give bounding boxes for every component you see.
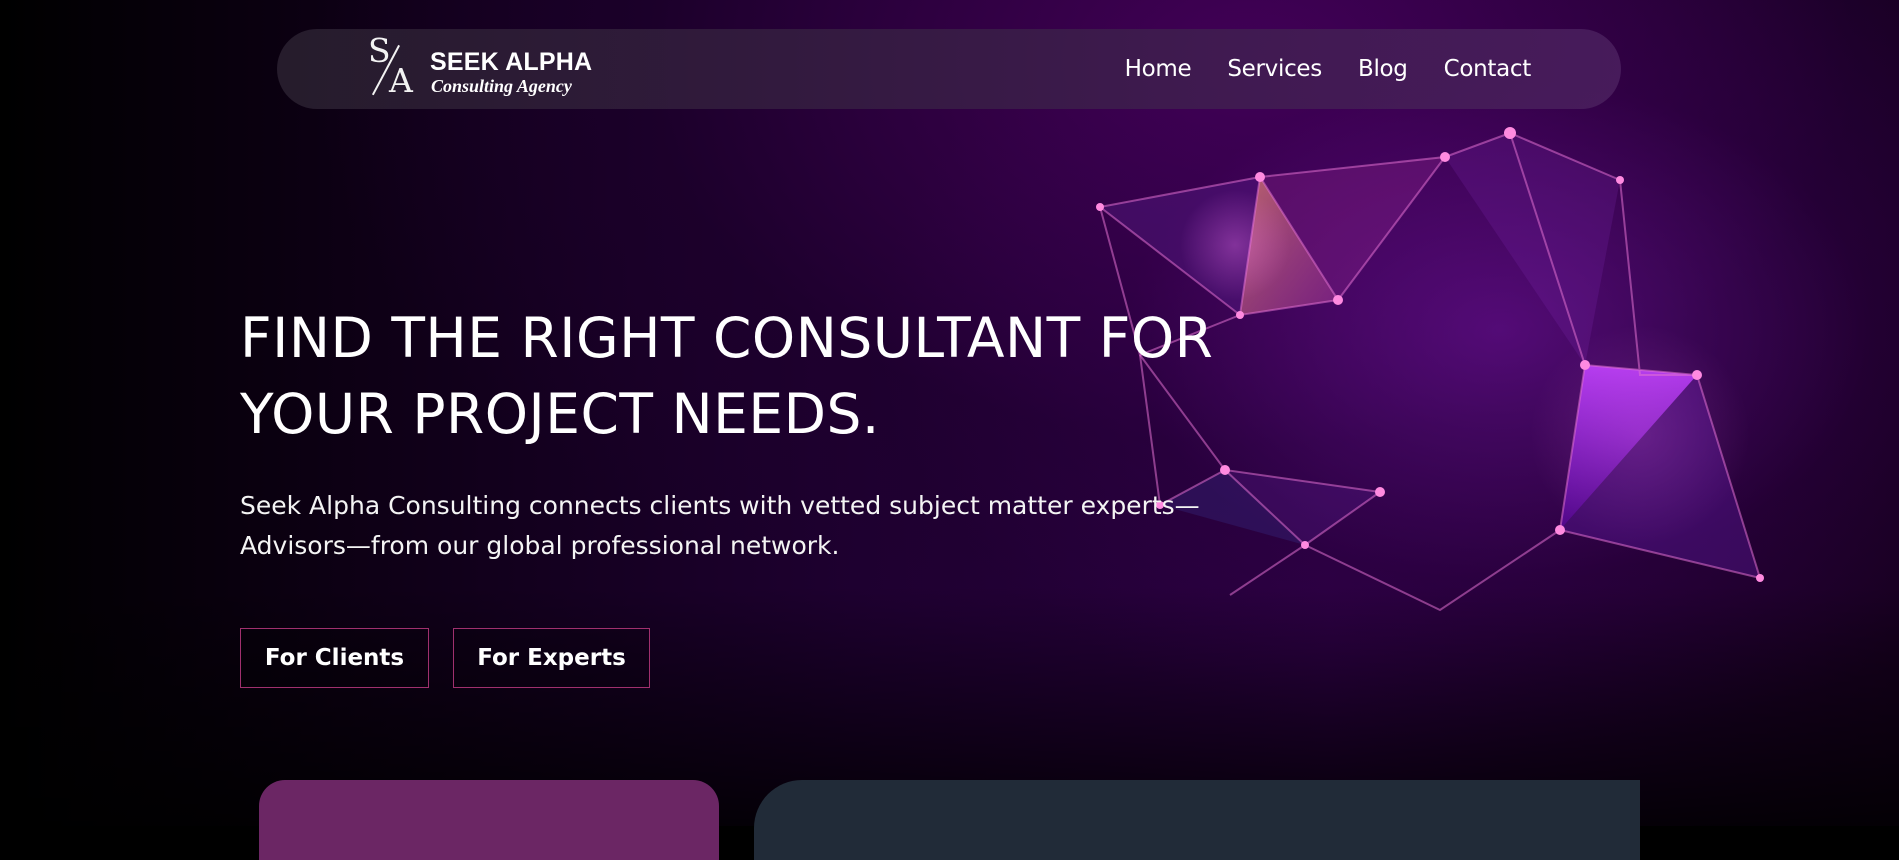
hero-heading-line1: FIND THE RIGHT CONSULTANT FOR [240, 306, 1214, 370]
nav-links: Home Services Blog Contact [1125, 29, 1532, 109]
hero-subtext: Seek Alpha Consulting connects clients w… [240, 486, 1220, 566]
nav-link-home[interactable]: Home [1125, 56, 1192, 82]
for-experts-button[interactable]: For Experts [453, 628, 650, 688]
sa-monogram-logo: S A [367, 34, 425, 104]
nav-link-blog[interactable]: Blog [1358, 56, 1408, 82]
feature-card-slate [754, 780, 1640, 860]
hero-section: FIND THE RIGHT CONSULTANT FOR YOUR PROJE… [240, 300, 1240, 688]
hero-subtext-line1: Seek Alpha Consulting connects clients w… [240, 491, 1200, 520]
top-navbar: S A SEEK ALPHA Consulting Agency Home Se… [277, 29, 1621, 109]
logo-letter-a: A [389, 61, 413, 100]
brand-name: SEEK ALPHA [430, 48, 593, 76]
brand-tagline: Consulting Agency [431, 76, 572, 96]
logo-letter-s: S [368, 31, 391, 70]
nav-link-contact[interactable]: Contact [1444, 56, 1532, 82]
hero-heading: FIND THE RIGHT CONSULTANT FOR YOUR PROJE… [240, 300, 1240, 452]
for-clients-button[interactable]: For Clients [240, 628, 429, 688]
hero-heading-line2: YOUR PROJECT NEEDS. [240, 382, 880, 446]
nav-link-services[interactable]: Services [1227, 56, 1322, 82]
hero-subtext-line2: Advisors—from our global professional ne… [240, 531, 840, 560]
feature-card-purple [259, 780, 719, 860]
brand-logo[interactable]: S A SEEK ALPHA Consulting Agency [367, 34, 627, 104]
